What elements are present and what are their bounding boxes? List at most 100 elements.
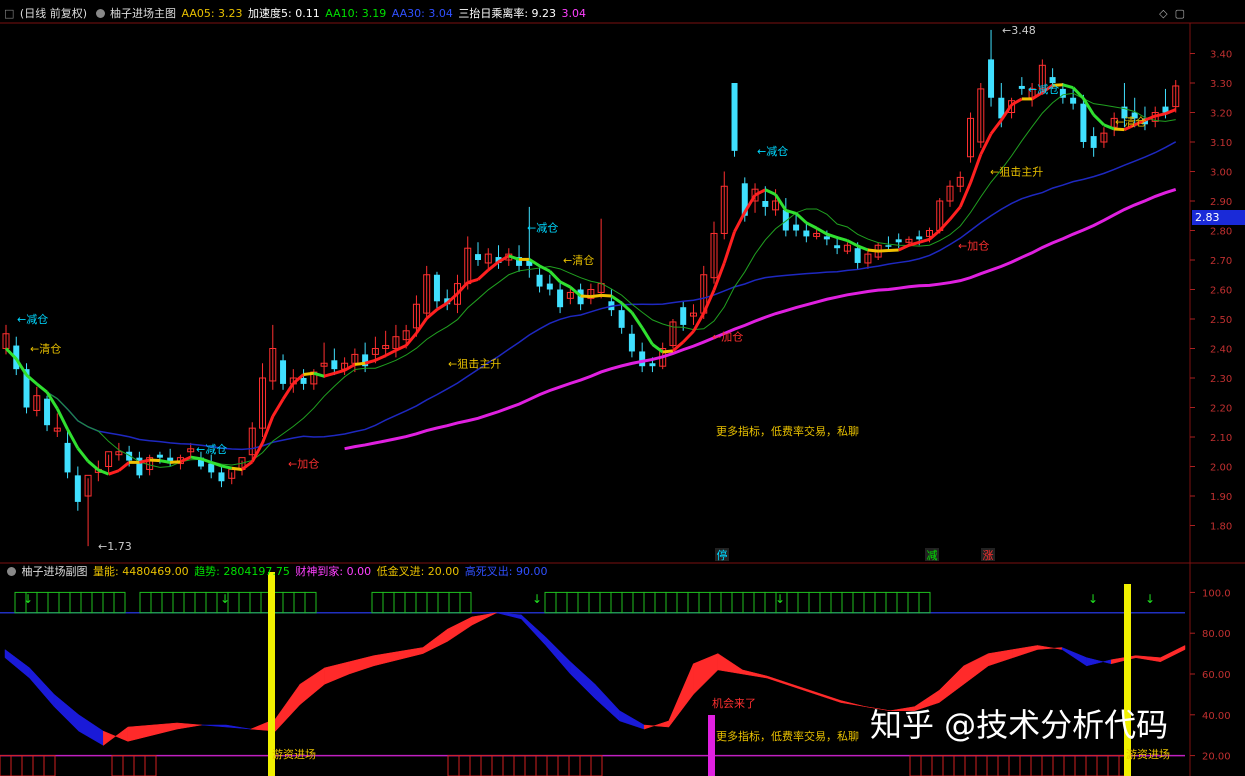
main-header-item-3: AA30: 3.04 [391,7,457,20]
ribbon-segment [1086,657,1112,667]
volume-block [546,755,559,776]
trend-block [918,591,931,614]
chart-bottom-tag: 停 [717,548,728,562]
sub-indicator-title[interactable]: 柚子进场副图 [22,565,88,578]
trend-block [437,591,450,614]
ma5-segment [630,311,644,329]
candle-body [218,472,225,482]
ma5-segment [221,464,233,470]
chart-annotation: ←3.48 [1002,24,1036,37]
back-icon[interactable]: □ [4,7,14,20]
chart-annotation: ←减仓 [757,144,788,158]
ribbon-segment [1061,647,1087,667]
trend-block [36,591,49,614]
trend-block [238,591,251,614]
trend-block [194,591,207,614]
ribbon-segment [53,693,79,732]
volume-block [1052,755,1065,776]
ribbon-segment [176,722,202,730]
volume-block [32,755,45,776]
ribbon-segment [742,669,768,679]
ribbon-segment [471,612,497,626]
trend-block [709,591,722,614]
volume-block [513,755,526,776]
ribbon-segment [816,692,842,703]
main-indicator-title[interactable]: 柚子进场主图 [110,7,176,20]
ma5-segment [979,133,993,156]
ma5-segment [333,368,346,375]
chart-annotation: ←加仓 [712,330,743,344]
ma5-segment [795,212,808,224]
volume-block [480,755,493,776]
chart-annotation: ←清仓 [30,342,61,356]
y-tick-label: 2.30 [1210,374,1232,385]
trend-block [205,591,218,614]
chart-stage: 3.40 3.30 3.20 3.10 3.00 2.90 2.80 2.70 2.60 2.50… [0,0,1245,776]
main-header-item-5: 3.04 [561,7,587,20]
chart-bottom-tag: 减 [927,549,938,562]
volume-block [1096,755,1109,776]
trend-block [150,591,163,614]
watermark: 知乎 @技术分析代码 [870,706,1169,744]
ma5-segment [989,119,1003,135]
candle-body [762,201,769,207]
ribbon-segment [29,667,55,708]
y-tick-label: 3.40 [1210,50,1232,61]
y-tick-label: 1.90 [1210,492,1232,503]
y-tick-label: 2.90 [1210,197,1232,208]
candle-body [1080,103,1087,142]
trend-block [863,591,876,614]
maximize-icon[interactable]: ▢ [1175,7,1185,20]
ma5-segment [1092,113,1105,126]
settings-icon[interactable] [95,9,105,18]
main-header-item-4: 三抬日乘离率: 9.23 [458,7,560,20]
candle-body [208,463,215,473]
candle-body [803,230,810,237]
ma5-segment [764,188,777,196]
y-tick-label: 2.60 [1210,286,1232,297]
ma5-segment [1154,112,1166,118]
trend-block [183,591,196,614]
down-arrow-icon: ↓ [23,592,33,606]
period-mode[interactable]: (日线 前复权) [20,7,87,20]
candle-body [1070,97,1077,104]
volume-block [975,755,988,776]
down-arrow-icon: ↓ [532,592,542,606]
ribbon-segment [521,614,547,647]
y-tick-label: 3.10 [1210,138,1232,149]
restore-icon[interactable]: ◇ [1159,7,1167,20]
ma10-line [5,92,1176,468]
ribbon-segment [963,653,989,685]
down-arrow-icon: ↓ [220,592,230,606]
volume-block [122,755,135,776]
trend-block [797,591,810,614]
ma5-segment [281,382,295,401]
ma5-segment [1062,83,1074,90]
trend-block [698,591,711,614]
ribbon-segment [545,636,571,675]
settings-icon[interactable] [7,567,16,576]
ribbon-segment [1135,655,1161,663]
trend-block [249,591,262,614]
ma5-segment [928,229,941,241]
volume-block [590,755,603,776]
volume-block [458,755,471,776]
ribbon-segment [226,724,251,730]
trend-block [610,591,623,614]
ribbon-segment [717,653,743,675]
candle-body [823,236,830,240]
chart-annotation: ←清仓 [1115,114,1146,128]
ma5-segment [1114,127,1125,132]
ribbon-segment [594,683,620,722]
chart-annotation: ←清仓 [563,253,594,267]
y-tick-label: 2.00 [1210,463,1232,474]
candle-body [649,363,656,367]
ribbon-segment [447,616,473,642]
ma5-segment [938,218,952,232]
candle-body [782,209,789,231]
ma5-segment [878,249,889,253]
volume-block [1085,755,1098,776]
ribbon-segment [988,649,1014,667]
ma5-segment [548,270,562,283]
ma5-segment [774,193,788,212]
